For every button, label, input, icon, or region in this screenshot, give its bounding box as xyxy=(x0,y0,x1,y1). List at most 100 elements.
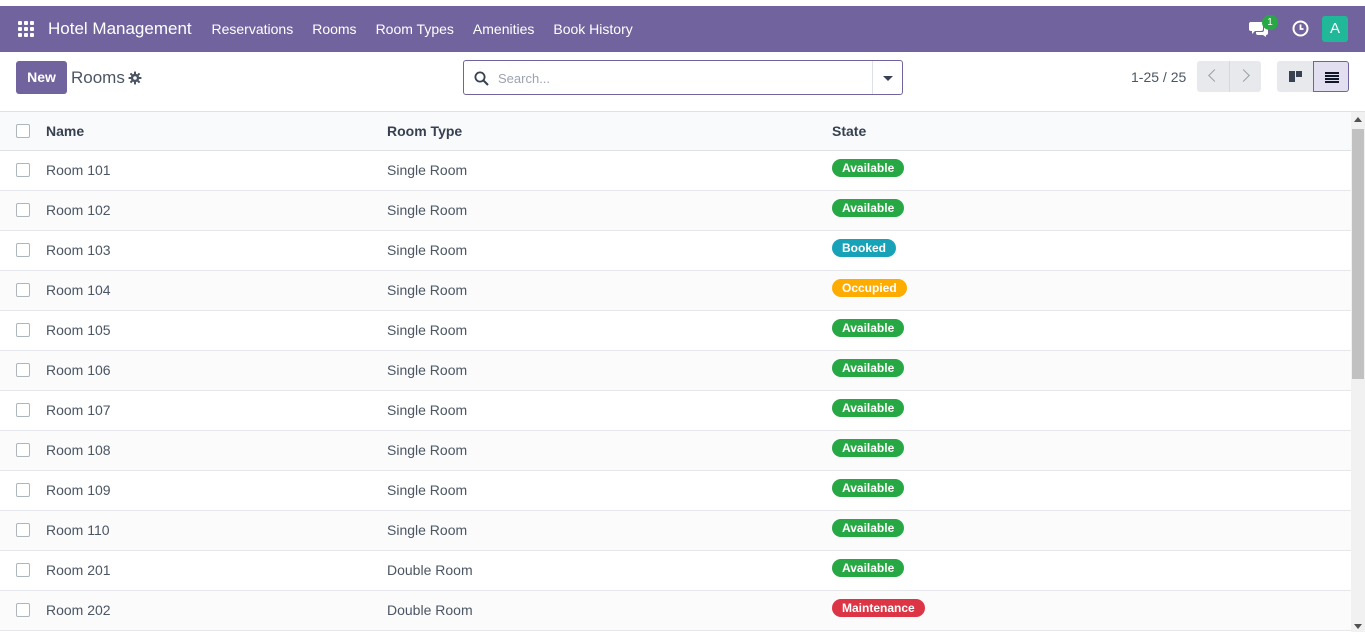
clock-icon[interactable] xyxy=(1292,20,1309,37)
chevron-right-icon xyxy=(1237,69,1250,82)
cell-room-type: Single Room xyxy=(387,482,468,498)
table-row[interactable]: Room 201 Double Room Available xyxy=(0,550,1351,590)
state-badge: Available xyxy=(832,199,905,217)
row-select-cell xyxy=(0,430,46,470)
menu-item-book-history[interactable]: Book History xyxy=(544,6,642,52)
row-checkbox[interactable] xyxy=(16,363,30,377)
row-select-cell xyxy=(0,470,46,510)
page-title: Rooms xyxy=(71,68,125,87)
state-badge: Available xyxy=(832,559,905,577)
row-select-cell xyxy=(0,510,46,550)
row-checkbox[interactable] xyxy=(16,483,30,497)
row-checkbox[interactable] xyxy=(16,243,30,257)
scroll-up-arrow-icon[interactable] xyxy=(1354,117,1362,122)
pager-next-button[interactable] xyxy=(1229,61,1261,92)
table-row[interactable]: Room 109 Single Room Available xyxy=(0,470,1351,510)
gear-icon[interactable] xyxy=(128,71,142,85)
cell-room-type: Double Room xyxy=(387,562,473,578)
select-all-checkbox[interactable] xyxy=(16,123,30,138)
kanban-icon xyxy=(1289,71,1302,82)
cell-room-type: Single Room xyxy=(387,442,468,458)
menu-item-reservations[interactable]: Reservations xyxy=(202,6,303,52)
row-checkbox[interactable] xyxy=(16,283,30,297)
row-checkbox[interactable] xyxy=(16,443,30,457)
kanban-view-button[interactable] xyxy=(1277,61,1313,92)
user-avatar[interactable]: A xyxy=(1322,16,1348,42)
table-row[interactable]: Room 101 Single Room Available xyxy=(0,150,1351,190)
cell-room-type: Single Room xyxy=(387,322,468,338)
table-row[interactable]: Room 105 Single Room Available xyxy=(0,310,1351,350)
state-badge: Occupied xyxy=(832,279,907,297)
column-header-state[interactable]: State xyxy=(832,112,1351,150)
header-select-cell xyxy=(0,112,46,150)
state-badge: Available xyxy=(832,479,905,497)
cell-room-name: Room 109 xyxy=(46,482,111,498)
cell-state: Maintenance xyxy=(832,590,1351,630)
list-view: Name Room Type State Room 101 Single Room… xyxy=(0,112,1351,632)
cell-room-type: Single Room xyxy=(387,242,468,258)
row-select-cell xyxy=(0,230,46,270)
cell-room-type: Single Room xyxy=(387,282,468,298)
table-row[interactable]: Room 202 Double Room Maintenance xyxy=(0,590,1351,630)
cell-state: Available xyxy=(832,150,1351,190)
chevron-left-icon xyxy=(1208,69,1221,82)
cell-room-name: Room 110 xyxy=(46,522,110,538)
row-select-cell xyxy=(0,350,46,390)
table-header-row: Name Room Type State xyxy=(0,112,1351,150)
cell-state: Available xyxy=(832,350,1351,390)
cell-room-type: Single Room xyxy=(387,522,468,538)
cell-room-name: Room 105 xyxy=(46,322,111,338)
cell-state: Available xyxy=(832,390,1351,430)
row-checkbox[interactable] xyxy=(16,603,30,617)
table-row[interactable]: Room 106 Single Room Available xyxy=(0,350,1351,390)
cell-state: Available xyxy=(832,310,1351,350)
table-row[interactable]: Room 104 Single Room Occupied xyxy=(0,270,1351,310)
state-badge: Available xyxy=(832,399,905,417)
cell-room-type: Single Room xyxy=(387,362,468,378)
column-header-name[interactable]: Name xyxy=(46,112,387,150)
vertical-scrollbar[interactable] xyxy=(1351,112,1365,632)
search-input[interactable] xyxy=(498,67,868,89)
search-icon xyxy=(474,71,489,86)
apps-grid-icon[interactable] xyxy=(18,21,36,39)
new-button[interactable]: New xyxy=(16,61,67,94)
row-checkbox[interactable] xyxy=(16,563,30,577)
scroll-thumb[interactable] xyxy=(1352,129,1364,379)
app-brand[interactable]: Hotel Management xyxy=(48,19,192,39)
table-row[interactable]: Room 102 Single Room Available xyxy=(0,190,1351,230)
table-row[interactable]: Room 108 Single Room Available xyxy=(0,430,1351,470)
row-checkbox[interactable] xyxy=(16,523,30,537)
table-row[interactable]: Room 110 Single Room Available xyxy=(0,510,1351,550)
cell-state: Available xyxy=(832,550,1351,590)
row-checkbox[interactable] xyxy=(16,403,30,417)
table-row[interactable]: Room 107 Single Room Available xyxy=(0,390,1351,430)
cell-room-name: Room 103 xyxy=(46,242,111,258)
pager-value[interactable]: 1-25 / 25 xyxy=(1131,69,1186,85)
row-checkbox[interactable] xyxy=(16,323,30,337)
pager-previous-button[interactable] xyxy=(1197,61,1229,92)
row-checkbox[interactable] xyxy=(16,203,30,217)
menu-item-amenities[interactable]: Amenities xyxy=(463,6,543,52)
menu-item-room-types[interactable]: Room Types xyxy=(366,6,463,52)
cell-state: Available xyxy=(832,190,1351,230)
cell-room-type: Single Room xyxy=(387,402,468,418)
menu-item-rooms[interactable]: Rooms xyxy=(303,6,366,52)
cell-room-type: Single Room xyxy=(387,202,468,218)
row-select-cell xyxy=(0,590,46,630)
row-checkbox[interactable] xyxy=(16,163,30,177)
state-badge: Maintenance xyxy=(832,599,925,617)
column-header-room-type[interactable]: Room Type xyxy=(387,112,832,150)
table-row[interactable]: Room 103 Single Room Booked xyxy=(0,230,1351,270)
cell-room-name: Room 101 xyxy=(46,162,111,178)
list-view-button[interactable] xyxy=(1313,61,1349,92)
state-badge: Available xyxy=(832,319,905,337)
state-badge: Available xyxy=(832,159,905,177)
state-badge: Available xyxy=(832,359,905,377)
cell-room-name: Room 102 xyxy=(46,202,111,218)
main-navbar: Hotel Management Reservations Rooms Room… xyxy=(0,6,1365,52)
caret-down-icon xyxy=(883,76,893,81)
rooms-table: Name Room Type State Room 101 Single Room… xyxy=(0,112,1351,631)
scroll-down-arrow-icon[interactable] xyxy=(1354,624,1362,629)
search-options-toggle[interactable] xyxy=(872,61,902,94)
cell-state: Available xyxy=(832,430,1351,470)
